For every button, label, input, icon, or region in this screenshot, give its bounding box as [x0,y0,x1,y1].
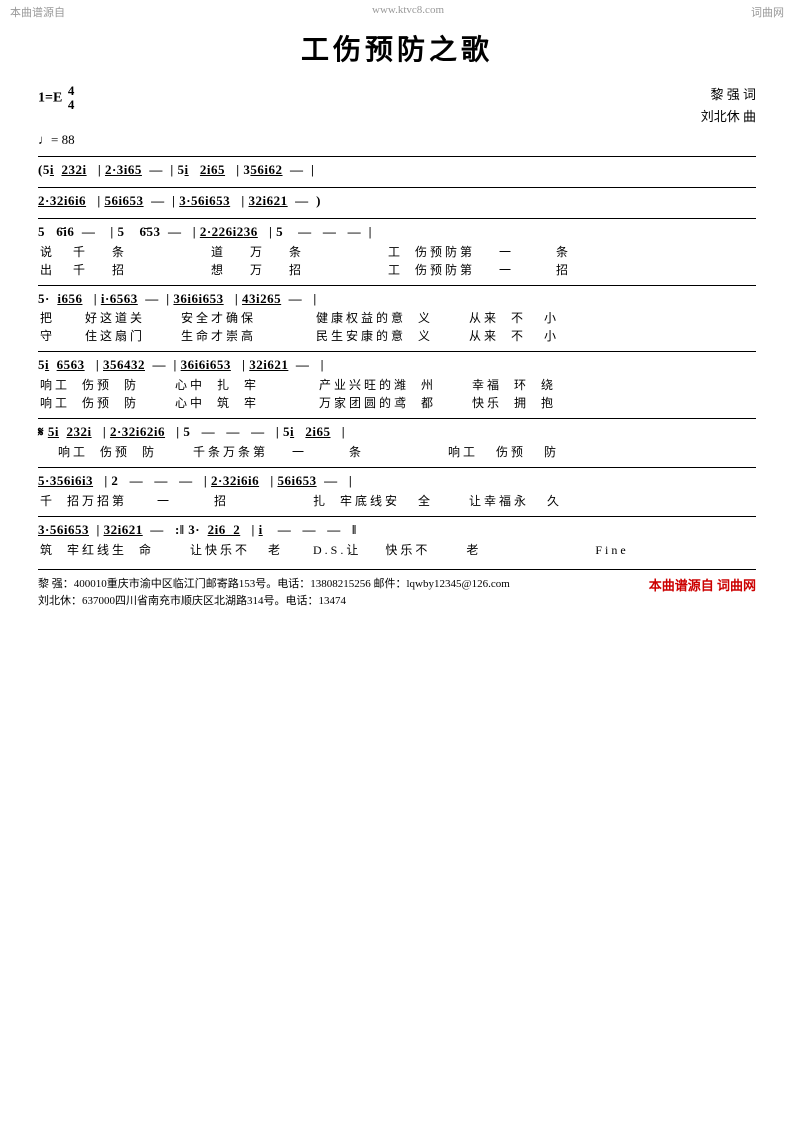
lyric-row-7a: 千 招万招第 一 招 扎 牢底线安 全 让幸福永 久 [38,492,756,510]
notation-row-7: 5·356i6i3 | 2 ― ― ― | 2·32i6i6 | 56i653 … [38,467,756,492]
notation-row-8: 3·56i653 | 32i621 ― :‖ 3· 2i6 2 | i ― ― … [38,516,756,541]
footer-contact: 黎 强：400010重庆市渝中区临江门邮寄路153号。电话：1380821525… [38,576,649,611]
notation-row-4: 5· i656 | i·6563 ― | 36i6i653 | 43i265 ―… [38,285,756,310]
footer-watermark-block: 本曲谱源自 词曲网 [649,576,756,611]
score-row-1: (5i 232i | 2·3i65 ― | 5i 2i65 | 356i62 ―… [38,156,756,181]
lyric-row-4a: 把 好这道关 安全才确保 健康权益的意 义 从来 不 小 [38,309,756,327]
notation-row-3: 5 6̄i6 ― | 5 6̄53 ― | 2·226i236 | 5 ― ― … [38,218,756,243]
footer-block: 黎 强：400010重庆市渝中区临江门邮寄路153号。电话：1380821525… [38,569,756,611]
watermark-top-left: 本曲谱源自 [10,4,65,20]
time-sig-numerator: 4 [68,84,75,98]
footer-contact-1: 黎 强：400010重庆市渝中区临江门邮寄路153号。电话：1380821525… [38,576,649,594]
notation-row-6: 𝄋 5i 232i | 2·32i62i6 | 5 ― ― ― | 5i 2i6… [38,418,756,443]
lyric-row-8a: 筑 牢红线生 命 让快乐不 老 D.S.让 快乐不 老 Fine [38,541,756,559]
key-time-block: 1=E 4 4 [38,84,74,113]
score-row-3: 5 6̄i6 ― | 5 6̄53 ― | 2·226i236 | 5 ― ― … [38,218,756,279]
score-container: (5i 232i | 2·3i65 ― | 5i 2i65 | 356i62 ―… [38,156,756,558]
lyric-row-3a: 说 千 条 道 万 条 工 伤预防第 一 条 [38,243,756,261]
score-row-6: 𝄋 5i 232i | 2·32i62i6 | 5 ― ― ― | 5i 2i6… [38,418,756,461]
lyric-row-3b: 出 千 招 想 万 招 工 伤预防第 一 招 [38,261,756,279]
author-block: 黎 强 词 刘北休 曲 [701,84,756,128]
watermark-top-url: www.ktvc8.com [372,4,444,20]
song-title: 工伤预防之歌 [38,28,756,68]
score-row-8: 3·56i653 | 32i621 ― :‖ 3· 2i6 2 | i ― ― … [38,516,756,559]
score-row-2: 2·32i6i6 | 56i653 ― | 3·56i653 | 32i621 … [38,187,756,212]
time-signature: 4 4 [68,84,75,113]
score-row-5: 5i 6563 | 356432 ― | 36i6i653 | 32i621 ―… [38,351,756,412]
notation-row-2: 2·32i6i6 | 56i653 ― | 3·56i653 | 32i621 … [38,187,756,212]
notation-row-5: 5i 6563 | 356432 ― | 36i6i653 | 32i621 ―… [38,351,756,376]
footer-contact-2: 刘北休：637000四川省南充市顺庆区北湖路314号。电话：13474 [38,593,649,611]
score-row-7: 5·356i6i3 | 2 ― ― ― | 2·32i6i6 | 56i653 … [38,467,756,510]
notation-row-1: (5i 232i | 2·3i65 ― | 5i 2i65 | 356i62 ―… [38,156,756,181]
footer-watermark-text: 本曲谱源自 [649,578,714,593]
tempo-marking: ♩= 88 [38,132,756,148]
music-author: 刘北休 曲 [701,106,756,128]
lyric-row-6a: 响工 伤预 防 千条万条第 一 条 响工 伤预 防 [38,443,756,461]
time-sig-denominator: 4 [68,98,75,112]
lyric-row-5a: 响工 伤预 防 心中 扎 牢 产业兴旺的潍 州 幸福 环 绕 [38,376,756,394]
lyric-row-4b: 守 住这扇门 生命才崇高 民生安康的意 义 从来 不 小 [38,327,756,345]
watermark-top-right: 词曲网 [751,4,784,20]
lyric-row-5b: 响工 伤预 防 心中 筑 牢 万家团圆的鸢 都 快乐 拥 抱 [38,394,756,412]
footer-site-name: 词曲网 [717,578,756,593]
lyric-author: 黎 强 词 [701,84,756,106]
key-label: 1=E [38,91,62,106]
score-row-4: 5· i656 | i·6563 ― | 36i6i653 | 43i265 ―… [38,285,756,346]
